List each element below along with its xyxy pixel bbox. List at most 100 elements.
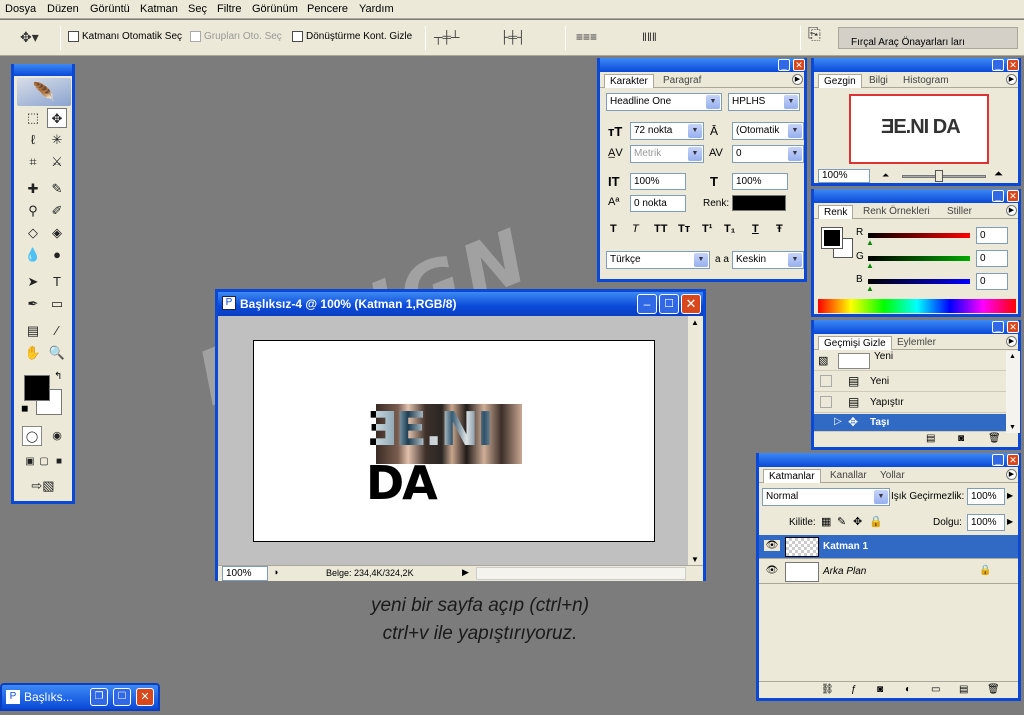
underline-button[interactable]: T [752,223,759,235]
document-close-button[interactable]: ✕ [681,294,701,314]
history-item[interactable]: ▤ Yeni [814,372,1018,392]
color-fg-swatch[interactable] [821,227,843,249]
menu-sec[interactable]: Seç [188,3,207,15]
history-close-button[interactable]: ✕ [1007,321,1019,333]
align-top-icon[interactable]: ┬╪┴ [434,30,460,44]
zoom-tool-icon[interactable]: 🔍 [47,343,67,363]
channel-g-slider[interactable] [868,256,970,261]
history-state-checkbox[interactable] [820,396,832,408]
navigator-zoom-field[interactable]: 100% [818,169,870,183]
superscript-button[interactable]: T¹ [702,223,712,235]
shape-tool-icon[interactable]: ▭ [47,294,67,314]
document-titlebar[interactable]: P Başlıksız-4 @ 100% (Katman 1,RGB/8) – … [218,292,703,316]
distribute-left-icon[interactable]: ǁǁǁ [642,30,657,44]
zoom-field[interactable]: 100% [222,566,268,581]
new-snapshot-icon[interactable]: ◙ [958,433,964,444]
opacity-input[interactable]: 100% [967,488,1005,505]
tab-katmanlar[interactable]: Katmanlar [763,469,821,483]
tracking-select[interactable]: 0 ▼ [732,145,804,163]
menu-yardim[interactable]: Yardım [359,3,394,15]
history-state-marker-icon[interactable]: ▷ [834,416,842,427]
hand-tool-icon[interactable]: ✋ [23,343,43,363]
imageready-jump-icon[interactable]: ⇨▧ [23,476,63,496]
adjustment-layer-icon[interactable]: ◐ [905,684,911,695]
healing-brush-icon[interactable]: ✚ [23,179,43,199]
lock-position-icon[interactable]: ✥ [853,515,862,528]
default-colors-icon[interactable]: ◼ [21,403,28,414]
menu-gorunum[interactable]: Görünüm [252,3,298,15]
new-document-from-state-icon[interactable]: ▤ [926,433,935,444]
font-style-select[interactable]: HPLHS ▼ [728,93,800,111]
canvas[interactable]: ƎE.NI DA [253,340,655,542]
font-size-select[interactable]: 72 nokta ▼ [630,122,704,140]
distribute-top-icon[interactable]: ≡≡≡ [576,30,597,44]
color-menu-button[interactable]: ▶ [1006,205,1017,216]
eyedropper-icon[interactable]: ⁄ [47,321,67,341]
pen-tool-icon[interactable]: ✒ [23,294,43,314]
menu-goruntu[interactable]: Görüntü [90,3,130,15]
channel-r-thumb[interactable]: ▲ [866,238,874,247]
link-layers-icon[interactable]: ⛓ [821,684,834,695]
horizontal-scale-input[interactable]: 100% [732,173,788,190]
language-select[interactable]: Türkçe ▼ [606,251,710,269]
palette-well[interactable]: Fırçal Araç Önayarları ları [838,27,1018,49]
baseline-input[interactable]: 0 nokta [630,195,686,212]
tab-histogram[interactable]: Histogram [898,74,954,88]
tab-renk-ornekleri[interactable]: Renk Örnekleri [858,205,935,219]
tab-kanallar[interactable]: Kanallar [825,469,872,483]
channel-g-input[interactable]: 0 [976,250,1008,267]
path-select-icon[interactable]: ➤ [23,272,43,292]
opacity-arrow[interactable]: ▶ [1007,491,1013,500]
zoom-out-icon[interactable]: ⏶ [882,170,889,181]
crop-tool-icon[interactable]: ⌗ [23,152,43,172]
document-minimize-button[interactable]: – [637,294,657,314]
layers-minimize-button[interactable]: _ [992,454,1004,466]
navigator-close-button[interactable]: ✕ [1007,59,1019,71]
fill-arrow[interactable]: ▶ [1007,517,1013,526]
tab-gecmisi-gizle[interactable]: Geçmişi Gizle [818,336,892,350]
faux-italic-button[interactable]: T [632,223,639,235]
lock-image-icon[interactable]: ✎ [837,515,846,528]
layer-row[interactable]: 👁 Arka Plan 🔒 [759,560,1018,584]
all-caps-button[interactable]: TT [654,223,667,235]
channel-b-thumb[interactable]: ▲ [866,284,874,293]
tab-renk[interactable]: Renk [818,205,854,219]
history-brush-source-icon[interactable]: ▧ [818,354,828,367]
subscript-button[interactable]: T₁ [724,223,735,235]
history-menu-button[interactable]: ▶ [1006,336,1017,347]
marquee-tool-icon[interactable]: ⬚ [23,108,43,128]
transform-checkbox[interactable] [292,31,303,42]
tab-karakter[interactable]: Karakter [604,74,654,88]
history-minimize-button[interactable]: _ [992,321,1004,333]
layer-row-selected[interactable]: 👁 Katman 1 [759,535,1018,559]
menu-duzen[interactable]: Düzen [47,3,79,15]
tab-bilgi[interactable]: Bilgi [864,74,893,88]
align-left-icon[interactable]: ├╪┤ [500,30,526,44]
vertical-scale-input[interactable]: 100% [630,173,686,190]
channel-r-slider[interactable] [868,233,970,238]
paint-bucket-icon[interactable]: ◈ [47,223,67,243]
swap-colors-icon[interactable]: ↰ [54,371,62,382]
tab-gezgin[interactable]: Gezgin [818,74,862,88]
quick-mask-icon[interactable]: ◉ [47,426,67,446]
menu-dosya[interactable]: Dosya [5,3,36,15]
menu-katman[interactable]: Katman [140,3,178,15]
layer-mask-icon[interactable]: ◙ [877,684,883,695]
vertical-scrollbar[interactable]: ▲ ▼ [688,316,703,566]
lasso-tool-icon[interactable]: ℓ [23,130,43,150]
blend-mode-select[interactable]: Normal ▼ [762,488,890,506]
layer-style-icon[interactable]: ƒ [851,684,857,695]
navigator-zoom-slider[interactable] [902,170,986,182]
small-caps-button[interactable]: Tт [678,223,690,235]
document-maximize-button[interactable]: ☐ [659,294,679,314]
new-layer-icon[interactable]: ▤ [959,684,968,695]
tab-yollar[interactable]: Yollar [875,469,910,483]
color-spectrum-ramp[interactable] [818,299,1016,313]
channel-r-input[interactable]: 0 [976,227,1008,244]
horizontal-scrollbar[interactable] [476,567,686,580]
notes-tool-icon[interactable]: ▤ [23,321,43,341]
text-color-swatch[interactable] [732,195,786,211]
history-state-checkbox[interactable] [820,375,832,387]
status-menu-arrow[interactable]: ▶ [462,567,469,578]
history-item[interactable]: ▤ Yapıştır [814,393,1018,413]
